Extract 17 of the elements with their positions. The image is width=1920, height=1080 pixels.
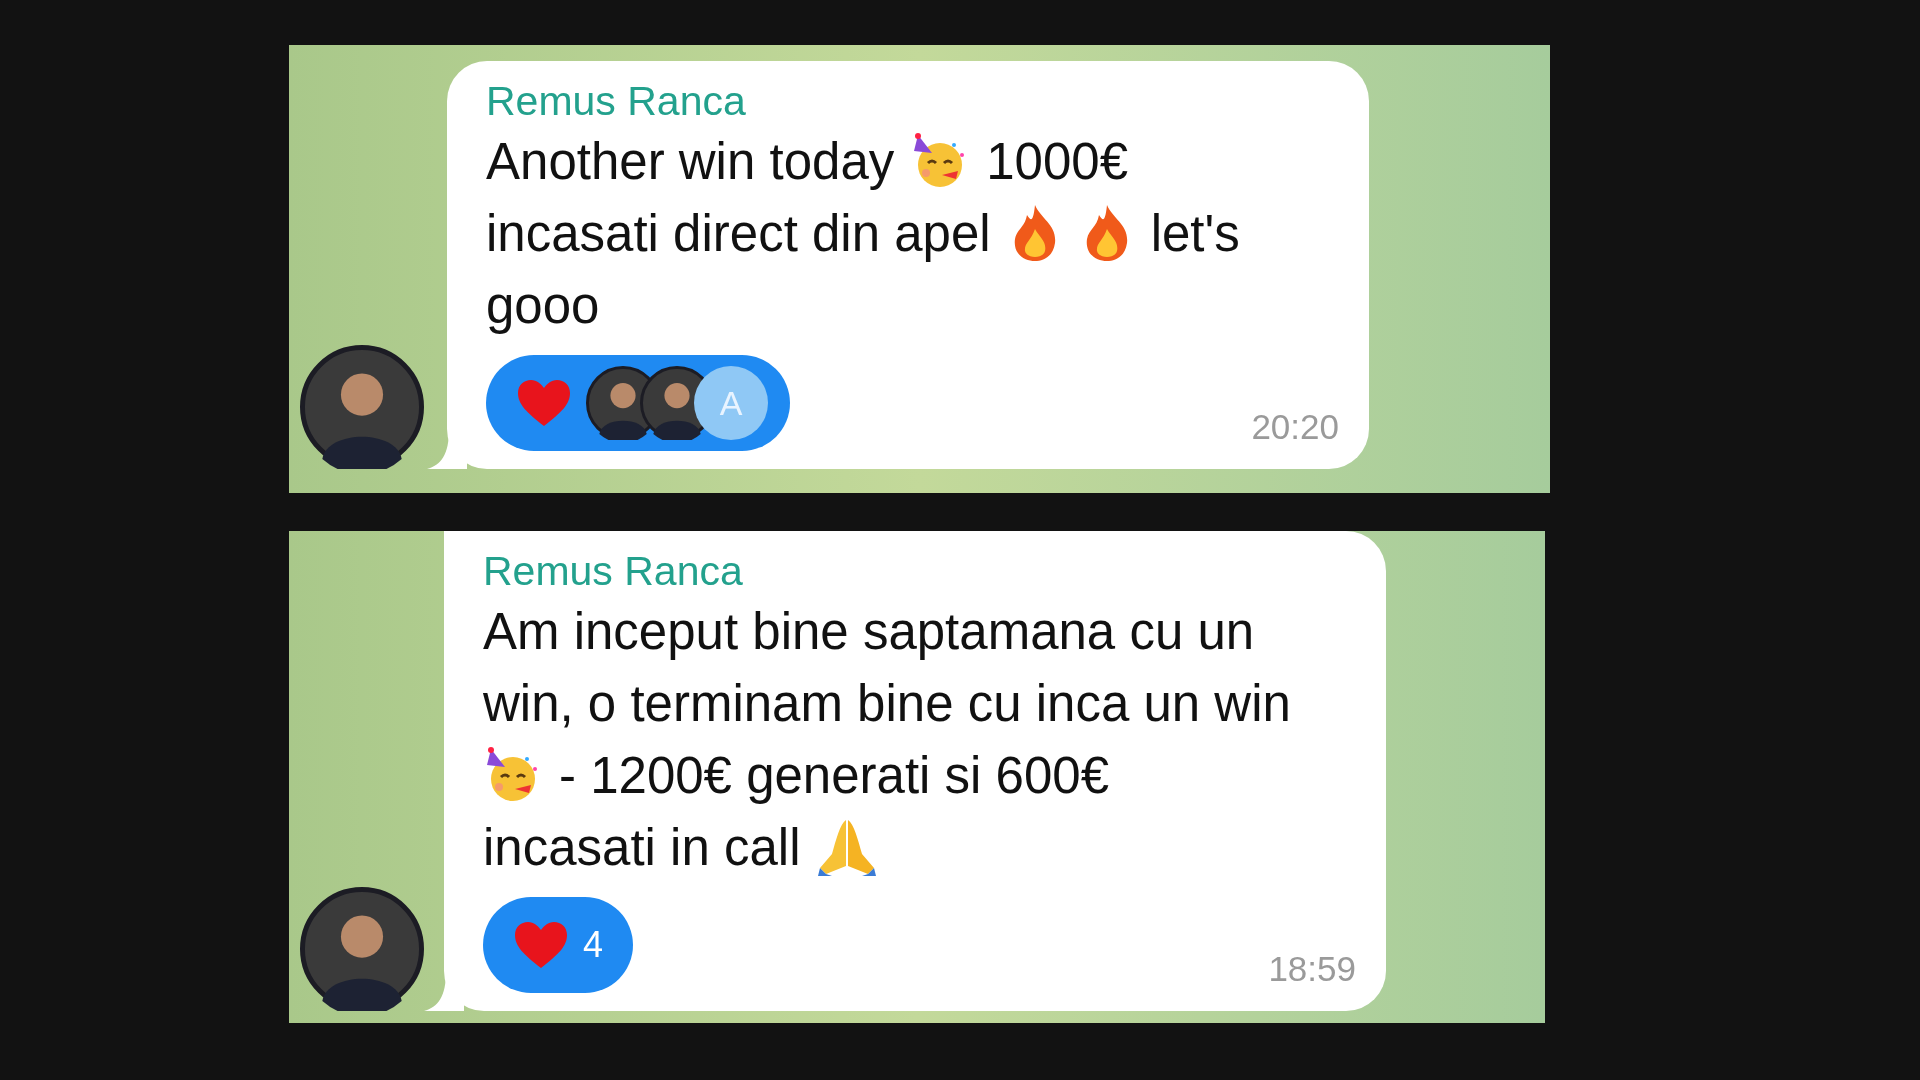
- message-text: gooo: [486, 275, 600, 335]
- heart-icon: [513, 920, 569, 970]
- message-text: incasati in call: [483, 817, 801, 877]
- message-text: let's: [1150, 203, 1240, 263]
- message-text: Am inceput bine saptamana cu un: [483, 601, 1255, 661]
- sender-name: Remus Ranca: [483, 547, 743, 595]
- message-text: - 1200€ generati si 600€: [559, 745, 1110, 805]
- sender-name: Remus Ranca: [486, 77, 746, 125]
- message-text: 1000€: [986, 131, 1129, 191]
- message-text: win, o terminam bine cu inca un win: [483, 673, 1291, 733]
- reactor-avatar: A: [694, 366, 768, 440]
- message-text: Another win today: [486, 131, 895, 191]
- message-time: 20:20: [1251, 407, 1339, 447]
- reaction-button[interactable]: 4: [483, 897, 634, 993]
- heart-icon: [516, 378, 572, 428]
- message-time: 18:59: [1268, 949, 1356, 989]
- message-text: incasati direct din apel: [486, 203, 991, 263]
